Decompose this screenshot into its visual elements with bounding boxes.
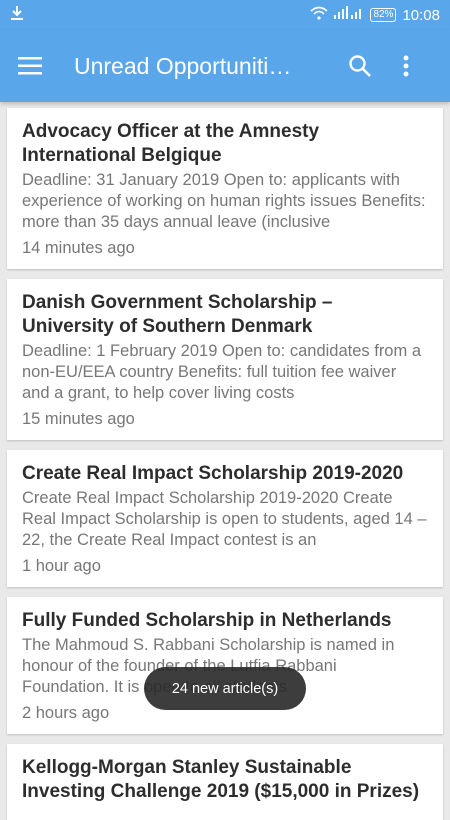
article-description: Deadline: 31 January 2019 Open to: appli… (22, 171, 426, 231)
article-time: 14 minutes ago (22, 239, 135, 257)
search-icon[interactable] (340, 46, 380, 86)
article-card[interactable]: Create Real Impact Scholarship 2019-2020… (7, 450, 443, 587)
article-list: Advocacy Officer at the Amnesty Internat… (0, 102, 450, 820)
battery-indicator: 82% (370, 8, 397, 22)
article-title: Create Real Impact Scholarship 2019-2020 (22, 463, 404, 484)
status-bar: 82% 10:08 (0, 0, 450, 30)
article-description: Create Real Impact Scholarship 2019-2020… (22, 489, 427, 549)
article-card[interactable]: Kellogg-Morgan Stanley Sustainable Inves… (7, 744, 443, 820)
article-description: Deadline: 1 February 2019 Open to: candi… (22, 342, 421, 402)
article-card[interactable]: Fully Funded Scholarship in Netherlands … (7, 597, 443, 734)
article-card[interactable]: Danish Government Scholarship – Universi… (7, 279, 443, 440)
signal-icon (334, 6, 364, 24)
article-title: Fully Funded Scholarship in Netherlands (22, 610, 392, 631)
status-time: 10:08 (402, 6, 440, 24)
wifi-icon (310, 6, 328, 24)
menu-icon[interactable] (18, 57, 42, 75)
article-title: Advocacy Officer at the Amnesty Internat… (22, 121, 320, 166)
app-bar: Unread Opportuniti… (0, 30, 450, 102)
more-options-icon[interactable] (394, 46, 418, 86)
article-time: 15 minutes ago (22, 410, 135, 428)
article-card[interactable]: Advocacy Officer at the Amnesty Internat… (7, 108, 443, 269)
article-title: Danish Government Scholarship – Universi… (22, 292, 333, 337)
article-time: 1 hour ago (22, 557, 101, 575)
page-title: Unread Opportuniti… (74, 52, 292, 79)
download-icon (10, 5, 24, 25)
new-articles-toast[interactable]: 24 new article(s) (144, 667, 306, 710)
article-title: Kellogg-Morgan Stanley Sustainable Inves… (22, 757, 420, 802)
